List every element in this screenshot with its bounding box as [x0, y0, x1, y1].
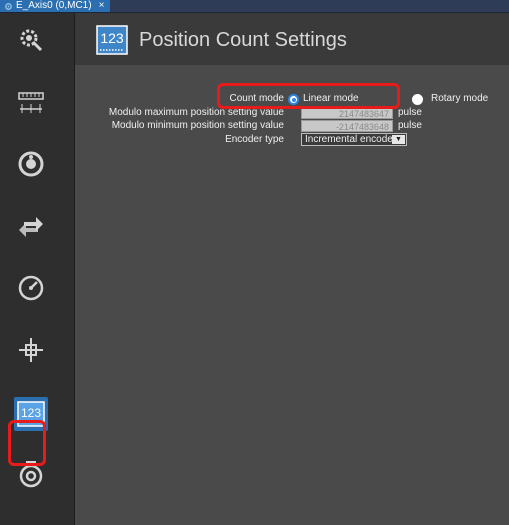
sidebar-item-unit-conversion[interactable]	[14, 85, 48, 119]
count-123-icon: 123	[17, 401, 45, 427]
rotary-mode-radio[interactable]	[412, 94, 423, 105]
crosshair-icon	[19, 338, 43, 362]
chevron-down-icon[interactable]: ▼	[392, 135, 405, 144]
svg-text:123: 123	[21, 406, 41, 420]
modulo-max-row: Modulo maximum position setting value 21…	[75, 107, 509, 119]
modulo-max-label: Modulo maximum position setting value	[108, 107, 284, 118]
encoder-type-value: Incremental encoder	[305, 134, 397, 145]
sidebar-item-limit-settings[interactable]	[14, 271, 48, 305]
timer-icon	[19, 461, 43, 488]
gear-icon	[5, 2, 12, 10]
close-icon[interactable]: ×	[99, 0, 105, 12]
modulo-min-row: Modulo minimum position setting value -2…	[75, 120, 509, 132]
encoder-type-row: Encoder type Incremental encoder ▼	[75, 133, 509, 147]
sidebar-item-homing-settings[interactable]	[14, 333, 48, 367]
ruler-icon	[18, 92, 44, 113]
modulo-min-input[interactable]: -2147483648	[301, 120, 393, 132]
tab-axis[interactable]: E_Axis0 (0,MC1) ×	[0, 0, 111, 12]
count-mode-label: Count mode	[229, 93, 284, 104]
sidebar-item-operation-settings[interactable]	[14, 147, 48, 181]
modulo-min-unit: pulse	[398, 120, 422, 131]
modulo-max-unit: pulse	[398, 107, 422, 118]
sidebar-item-servo-drive[interactable]	[14, 457, 48, 491]
linear-mode-radio[interactable]	[288, 94, 299, 105]
arrows-icon	[19, 217, 43, 237]
sidebar-item-general-settings[interactable]	[14, 23, 48, 57]
sidebar-item-other-operation[interactable]	[14, 209, 48, 243]
rotary-mode-label[interactable]: Rotary mode	[431, 93, 488, 104]
sidebar-item-position-count[interactable]: 123	[14, 397, 48, 431]
settings-sidebar: 123	[0, 13, 75, 525]
encoder-type-select[interactable]: Incremental encoder ▼	[301, 133, 407, 146]
document-tab-strip: E_Axis0 (0,MC1) ×	[0, 0, 509, 13]
motor-icon	[18, 151, 44, 177]
encoder-type-label: Encoder type	[225, 134, 284, 145]
tab-label: E_Axis0 (0,MC1)	[16, 0, 92, 11]
modulo-min-label: Modulo minimum position setting value	[111, 120, 284, 131]
count-123-icon: 123	[96, 25, 128, 55]
modulo-max-input[interactable]: 2147483647	[301, 107, 393, 119]
gear-axis-icon	[20, 29, 43, 52]
page-header: 123 Position Count Settings	[75, 13, 509, 65]
svg-text:123: 123	[100, 30, 124, 46]
count-mode-row: Count mode Linear mode Rotary mode	[75, 93, 509, 107]
main-panel: 123 Position Count Settings Count mode L…	[75, 13, 509, 525]
page-title: Position Count Settings	[139, 29, 347, 51]
gauge-icon	[18, 275, 44, 301]
linear-mode-label[interactable]: Linear mode	[303, 93, 359, 104]
